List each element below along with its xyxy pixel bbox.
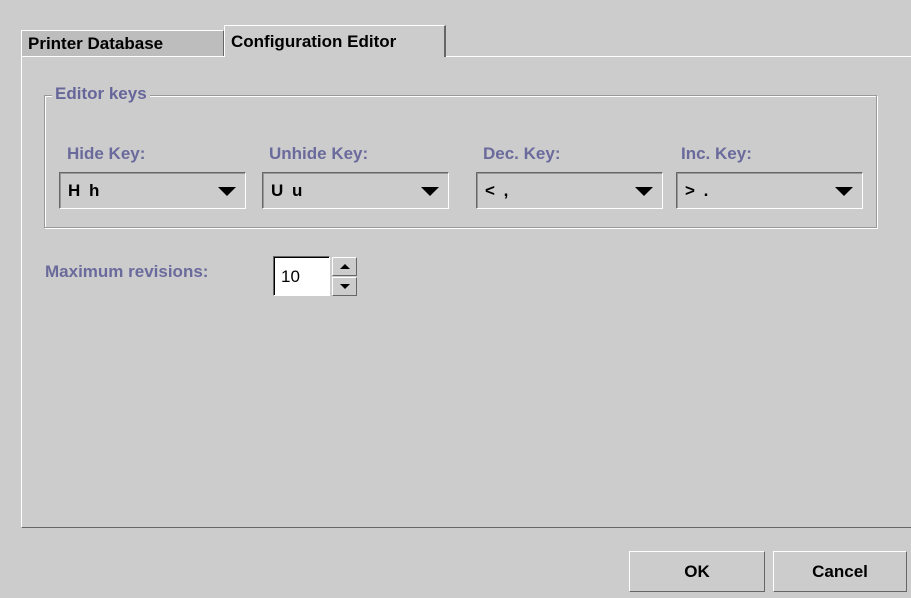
tab-printer-database[interactable]: Printer Database — [21, 30, 224, 56]
tab-configuration-editor[interactable]: Configuration Editor — [224, 25, 446, 57]
editor-keys-title: Editor keys — [52, 84, 150, 104]
settings-dialog: Printer Database Configuration Editor Ed… — [0, 0, 911, 598]
tab-panel — [21, 56, 911, 528]
ok-button[interactable]: OK — [629, 551, 765, 592]
cancel-button[interactable]: Cancel — [773, 551, 907, 592]
